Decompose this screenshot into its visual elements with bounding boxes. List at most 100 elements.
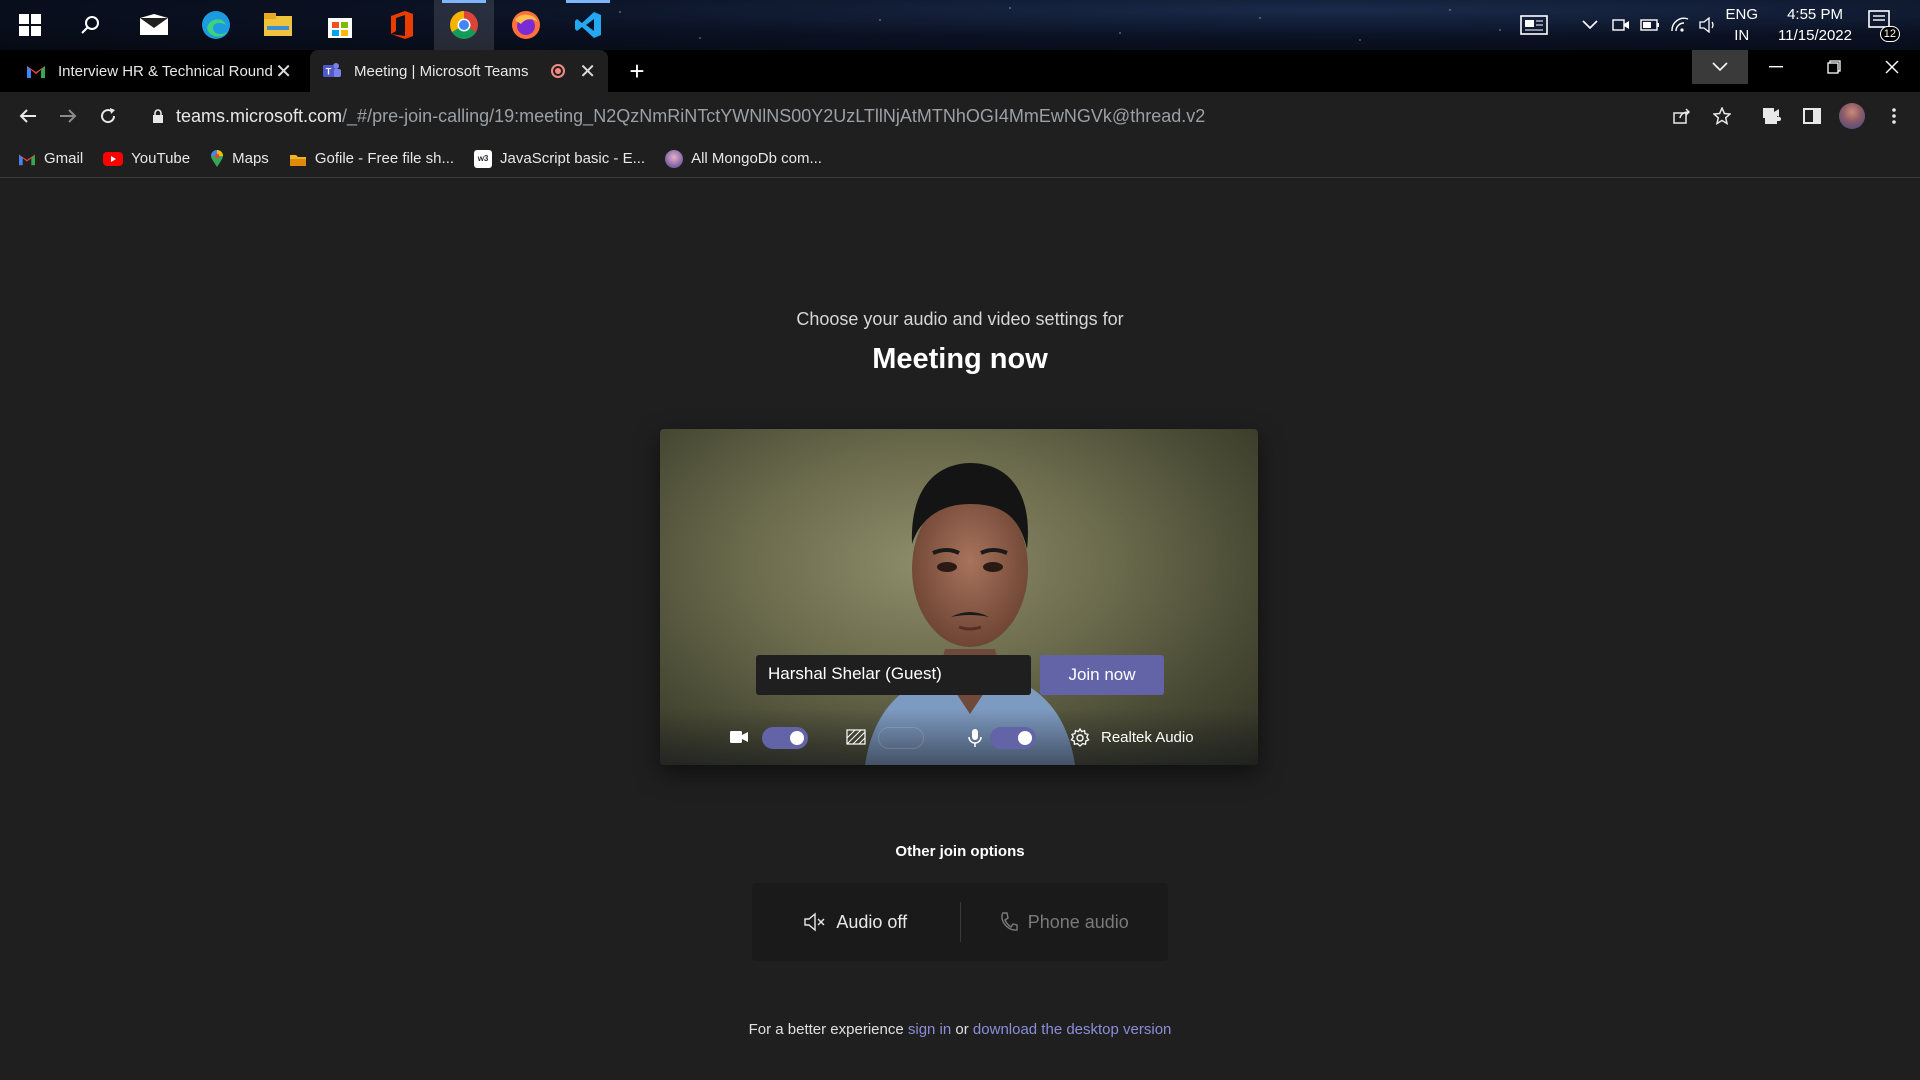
tab-teams[interactable]: T Meeting | Microsoft Teams ✕ (310, 50, 608, 92)
firefox-icon[interactable] (496, 0, 556, 50)
new-tab-icon[interactable]: + (622, 56, 652, 86)
clock-date: 11/15/2022 (1778, 27, 1852, 44)
windows-taskbar: ENG IN 4:55 PM 11/15/2022 12 (0, 0, 1920, 50)
bookmark-star-icon[interactable] (1706, 100, 1738, 132)
mongodb-icon (665, 149, 684, 168)
battery-icon (1640, 0, 1660, 50)
bookmark-mongodb[interactable]: All MongoDb com... (665, 149, 822, 168)
more-menu-icon[interactable] (1878, 100, 1910, 132)
phone-audio-button[interactable]: Phone audio (961, 912, 1169, 933)
footer-text: For a better experience sign in or downl… (0, 1021, 1920, 1038)
gofile-icon (289, 154, 306, 166)
device-settings-icon[interactable] (1070, 728, 1090, 748)
bookmark-javascript[interactable]: w3 JavaScript basic - E... (474, 149, 646, 168)
restore-icon[interactable] (1806, 50, 1862, 84)
language-indicator[interactable]: ENG IN (1725, 4, 1758, 46)
notification-center-icon[interactable]: 12 (1868, 0, 1900, 50)
chrome-icon[interactable] (434, 0, 494, 50)
gmail-icon (27, 66, 45, 78)
minimize-icon[interactable] (1748, 50, 1804, 84)
bookmark-gofile[interactable]: Gofile - Free file sh... (289, 150, 454, 167)
notification-count-badge: 12 (1879, 26, 1900, 42)
browser-tab-strip: Interview HR & Technical Round ✕ T Meeti… (0, 50, 1920, 92)
store-icon[interactable] (310, 0, 370, 50)
wifi-icon[interactable] (1670, 0, 1690, 50)
tab-label: Interview HR & Technical Round (58, 62, 273, 80)
footer-or: or (955, 1021, 969, 1038)
back-icon[interactable] (12, 100, 44, 132)
page-title: Meeting now (872, 343, 1048, 375)
microphone-icon (968, 728, 982, 748)
svg-text:T: T (326, 67, 332, 77)
vscode-icon[interactable] (558, 0, 618, 50)
other-join-options: Audio off Phone audio (752, 883, 1168, 961)
forward-icon[interactable] (52, 100, 84, 132)
lang-region: IN (1734, 27, 1750, 44)
system-clock[interactable]: 4:55 PM 11/15/2022 (1778, 4, 1852, 46)
reload-icon[interactable] (92, 100, 124, 132)
bookmark-youtube[interactable]: YouTube (103, 150, 190, 167)
recording-indicator-icon (550, 64, 565, 78)
background-effects-icon[interactable] (846, 729, 866, 745)
close-icon[interactable]: ✕ (579, 59, 596, 84)
news-widget-icon[interactable] (1520, 0, 1548, 50)
extensions-icon[interactable] (1756, 100, 1788, 132)
gmail-icon (19, 154, 35, 165)
w3schools-icon: w3 (474, 149, 493, 168)
youtube-icon (103, 151, 124, 166)
close-icon[interactable]: ✕ (275, 59, 292, 84)
share-icon[interactable] (1666, 100, 1698, 132)
bookmark-label: YouTube (131, 150, 191, 167)
bookmark-label: Gofile - Free file sh... (314, 150, 455, 167)
speaker-muted-icon (804, 912, 825, 932)
bookmark-gmail[interactable]: Gmail (18, 150, 83, 167)
footer-prefix: For a better experience (748, 1021, 904, 1038)
audio-off-label: Audio off (836, 911, 908, 932)
bookmarks-bar: Gmail YouTube Maps Gofile - Free file sh… (0, 140, 1920, 178)
phone-audio-label: Phone audio (1027, 911, 1129, 932)
windows-start-icon[interactable] (0, 0, 60, 50)
prejoin-subtitle: Choose your audio and video settings for (796, 309, 1124, 329)
join-now-button[interactable]: Join now (1040, 655, 1164, 695)
file-explorer-icon[interactable] (248, 0, 308, 50)
mail-icon[interactable] (124, 0, 184, 50)
url-path: /_#/pre-join-calling/19:meeting_N2QzNmRi… (342, 105, 1206, 126)
avatar[interactable] (1836, 100, 1868, 132)
maps-icon (211, 149, 224, 167)
background-blur-toggle[interactable] (878, 727, 924, 749)
address-bar[interactable]: teams.microsoft.com/_#/pre-join-calling/… (138, 98, 1779, 134)
side-panel-icon[interactable] (1796, 100, 1828, 132)
display-name-input[interactable]: Harshal Shelar (Guest) (756, 655, 1031, 695)
other-join-options-title: Other join options (895, 843, 1025, 860)
bookmark-label: Maps (232, 150, 269, 167)
bookmark-label: JavaScript basic - E... (500, 150, 646, 167)
tab-gmail[interactable]: Interview HR & Technical Round ✕ (14, 50, 304, 92)
volume-icon[interactable] (1698, 0, 1718, 50)
clock-time: 4:55 PM (1787, 6, 1843, 23)
chevron-up-icon[interactable] (1582, 0, 1598, 50)
phone-icon (1001, 912, 1018, 931)
lang-code: ENG (1725, 6, 1758, 23)
window-close-icon[interactable] (1864, 50, 1920, 84)
device-controls: Realtek Audio (660, 709, 1258, 765)
meet-now-icon[interactable] (1612, 0, 1630, 50)
camera-toggle[interactable] (762, 727, 808, 749)
video-preview: Harshal Shelar (Guest) Join now Realtek … (660, 429, 1258, 765)
download-desktop-link[interactable]: download the desktop version (973, 1021, 1171, 1038)
audio-off-button[interactable]: Audio off (752, 912, 960, 933)
url-host: teams.microsoft.com (176, 105, 343, 126)
sign-in-link[interactable]: sign in (908, 1021, 951, 1038)
audio-device-label[interactable]: Realtek Audio (1101, 729, 1194, 746)
lock-icon[interactable] (152, 108, 164, 124)
teams-icon: T (323, 63, 341, 77)
bookmark-label: Gmail (44, 150, 84, 167)
microphone-toggle[interactable] (990, 727, 1036, 749)
office-icon[interactable] (372, 0, 432, 50)
bookmark-maps[interactable]: Maps (210, 149, 269, 168)
search-icon[interactable] (60, 0, 120, 50)
camera-icon (729, 730, 749, 744)
teams-prejoin-page: Choose your audio and video settings for… (0, 179, 1920, 1080)
edge-icon[interactable] (186, 0, 246, 50)
bookmark-label: All MongoDb com... (691, 150, 822, 167)
tab-search-icon[interactable] (1692, 50, 1748, 84)
